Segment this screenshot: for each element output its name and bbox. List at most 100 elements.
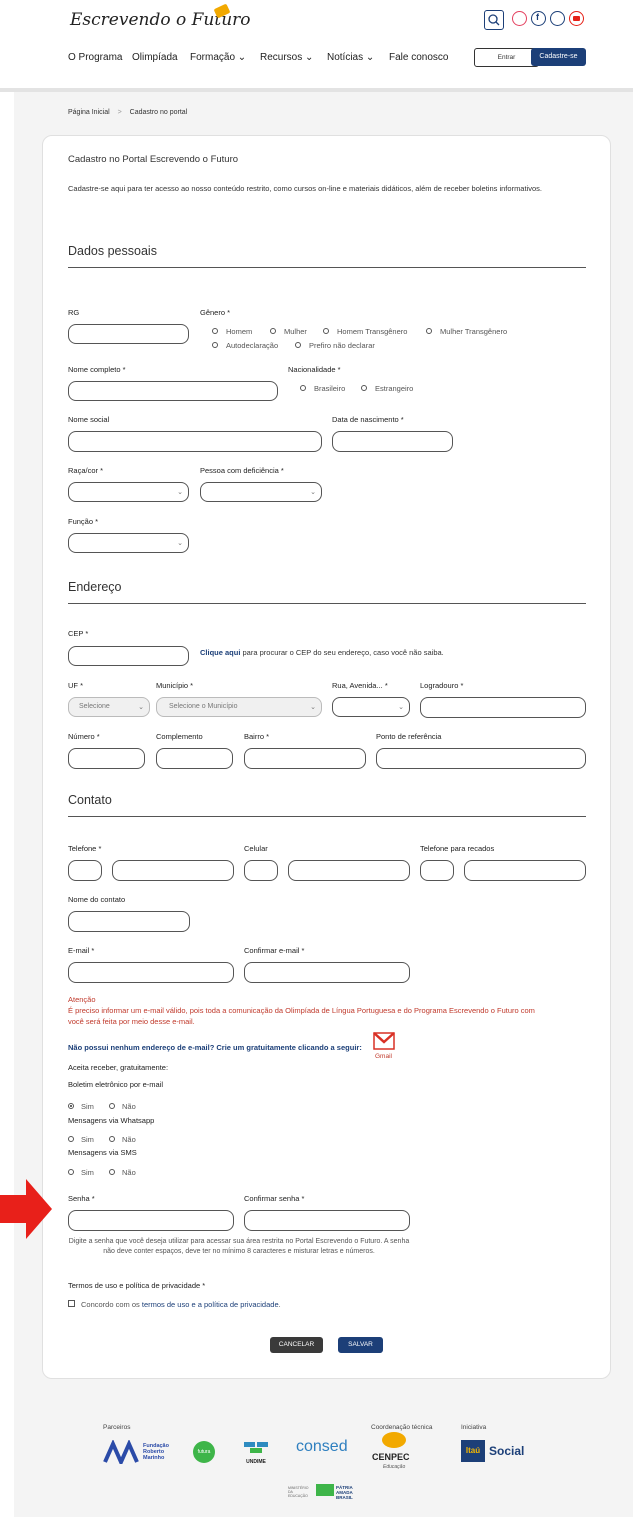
cenpec-emblem: [382, 1432, 406, 1448]
sms-no-radio[interactable]: [109, 1169, 115, 1175]
gender-option-label: Mulher Transgênero: [440, 327, 508, 336]
race-select[interactable]: ⌄: [68, 482, 189, 502]
signup-button[interactable]: Cadastre-se: [531, 48, 586, 66]
consed-logo[interactable]: consed: [296, 1438, 348, 1456]
itau-social-label: Social: [489, 1444, 525, 1458]
undime-logo[interactable]: UNDIME: [244, 1441, 268, 1465]
uf-select[interactable]: Selecione ⌄: [68, 697, 150, 717]
itau-logo[interactable]: Itaú: [461, 1440, 485, 1462]
gender-radio-prefiro[interactable]: [295, 342, 301, 348]
number-input[interactable]: [68, 748, 145, 769]
gender-radio-autodeclaracao[interactable]: [212, 342, 218, 348]
nav-noticias[interactable]: Notícias ⌄: [327, 52, 374, 63]
gender-radio-homem-trans[interactable]: [323, 328, 329, 334]
street-type-label: Rua, Avenida... *: [332, 681, 388, 690]
gmail-label[interactable]: Gmail: [375, 1053, 392, 1060]
gender-radio-homem[interactable]: [212, 328, 218, 334]
rg-label: RG: [68, 308, 80, 317]
nav-o-programa[interactable]: O Programa: [68, 52, 122, 63]
gender-option-label: Autodeclaração: [226, 341, 279, 350]
phone-ddd-input[interactable]: [68, 860, 102, 881]
email-input[interactable]: [68, 962, 234, 983]
cep-input[interactable]: [68, 646, 189, 666]
confirm-email-label: Confirmar e-mail *: [244, 946, 305, 955]
futura-logo[interactable]: futura: [193, 1441, 215, 1463]
confirm-password-input[interactable]: [244, 1210, 410, 1231]
birth-date-input[interactable]: [332, 431, 453, 452]
disability-select[interactable]: ⌄: [200, 482, 322, 502]
confirm-password-label: Confirmar senha *: [244, 1194, 305, 1203]
twitter-icon[interactable]: [550, 11, 565, 26]
nav-fale-conosco[interactable]: Fale conosco: [389, 52, 448, 63]
breadcrumb-home[interactable]: Página Inicial: [68, 109, 110, 116]
breadcrumb-current: Cadastro no portal: [129, 109, 188, 116]
section-address-heading: Endereço: [68, 580, 122, 594]
nav-recursos[interactable]: Recursos ⌄: [260, 52, 313, 63]
complement-input[interactable]: [156, 748, 233, 769]
full-name-input[interactable]: [68, 381, 278, 401]
cancel-button[interactable]: CANCELAR: [270, 1337, 323, 1353]
municipio-select[interactable]: Selecione o Município ⌄: [156, 697, 322, 717]
password-input[interactable]: [68, 1210, 234, 1231]
accept-receive-label: Aceita receber, gratuitamente:: [68, 1063, 169, 1072]
attention-text: É preciso informar um e-mail válido, poi…: [68, 1006, 535, 1026]
phone-input[interactable]: [112, 860, 234, 881]
no-label: Não: [122, 1135, 136, 1144]
section-personal-heading: Dados pessoais: [68, 244, 157, 258]
role-label: Função *: [68, 517, 99, 526]
cep-search-link[interactable]: Clique aqui: [200, 648, 240, 657]
gender-radio-mulher-trans[interactable]: [426, 328, 432, 334]
sms-yes-radio[interactable]: [68, 1169, 74, 1175]
section-divider: [68, 603, 586, 604]
district-input[interactable]: [244, 748, 366, 769]
attention-title: Atenção: [68, 995, 96, 1004]
password-label: Senha *: [68, 1194, 95, 1203]
reference-input[interactable]: [376, 748, 586, 769]
contact-name-input[interactable]: [68, 911, 190, 932]
disability-label: Pessoa com deficiência *: [200, 466, 284, 475]
nationality-radio-estrangeiro[interactable]: [361, 385, 367, 391]
fundacao-logo[interactable]: [103, 1439, 143, 1469]
facebook-icon[interactable]: f: [531, 11, 546, 26]
chevron-down-icon: ⌄: [310, 489, 316, 496]
newsletter-yes-radio[interactable]: [68, 1103, 74, 1109]
cenpec-logo[interactable]: CENPEC: [372, 1452, 410, 1462]
search-icon[interactable]: [484, 10, 504, 30]
street-type-select[interactable]: ⌄: [332, 697, 410, 717]
nav-formacao[interactable]: Formação ⌄: [190, 52, 246, 63]
no-label: Não: [122, 1102, 136, 1111]
role-select[interactable]: ⌄: [68, 533, 189, 553]
youtube-icon[interactable]: [569, 11, 584, 26]
mobile-input[interactable]: [288, 860, 410, 881]
mobile-ddd-input[interactable]: [244, 860, 278, 881]
instagram-icon[interactable]: [512, 11, 527, 26]
social-name-input[interactable]: [68, 431, 322, 452]
gmail-icon[interactable]: [373, 1032, 395, 1050]
terms-checkbox[interactable]: [68, 1300, 75, 1307]
save-button[interactable]: SALVAR: [338, 1337, 383, 1353]
nav-olimpiada[interactable]: Olimpíada: [132, 52, 178, 63]
mobile-label: Celular: [244, 844, 268, 853]
gender-radio-mulher[interactable]: [270, 328, 276, 334]
uf-label: UF *: [68, 681, 83, 690]
section-contact-heading: Contato: [68, 793, 112, 807]
login-button[interactable]: Entrar: [474, 48, 539, 67]
social-name-label: Nome social: [68, 415, 110, 424]
gov-brasil-logo[interactable]: PÁTRIA AMADA BRASIL: [336, 1485, 366, 1500]
message-phone-input[interactable]: [464, 860, 586, 881]
newsletter-no-radio[interactable]: [109, 1103, 115, 1109]
rg-input[interactable]: [68, 324, 189, 344]
gender-option-label: Homem Transgênero: [337, 327, 408, 336]
message-phone-ddd-input[interactable]: [420, 860, 454, 881]
confirm-email-input[interactable]: [244, 962, 410, 983]
whatsapp-no-radio[interactable]: [109, 1136, 115, 1142]
street-input[interactable]: [420, 697, 586, 718]
terms-text: Concordo com os termos de uso e a políti…: [81, 1300, 281, 1309]
chevron-down-icon: ⌄: [177, 489, 183, 496]
terms-link[interactable]: termos de uso e a política de privacidad…: [142, 1300, 279, 1309]
whatsapp-yes-radio[interactable]: [68, 1136, 74, 1142]
complement-label: Complemento: [156, 732, 203, 741]
initiative-label: Iniciativa: [461, 1424, 487, 1431]
nationality-radio-brasileiro[interactable]: [300, 385, 306, 391]
reference-label: Ponto de referência: [376, 732, 442, 741]
